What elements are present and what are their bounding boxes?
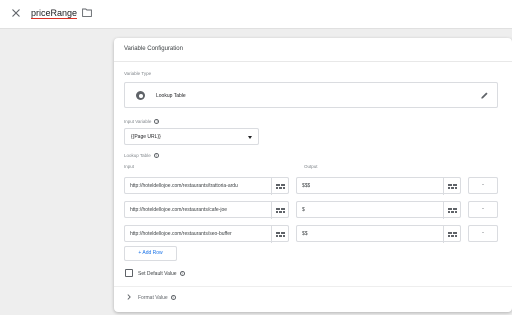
set-default-label: Set Default Value? — [138, 271, 185, 277]
card-header: Variable Configuration — [114, 38, 512, 62]
input-variable-select[interactable]: {{Page URL}} — [124, 128, 259, 145]
row-output-field[interactable]: $$$ — [296, 177, 461, 195]
remove-row-button[interactable]: - — [468, 177, 498, 194]
variable-picker-icon[interactable] — [271, 178, 288, 195]
variable-picker-icon[interactable] — [443, 178, 460, 195]
pencil-icon[interactable] — [480, 91, 489, 100]
table-row: http://hoteldellojoe.com/restaurants/caf… — [124, 201, 500, 219]
help-icon[interactable]: ? — [170, 295, 176, 301]
output-column-header: Output — [304, 164, 318, 169]
help-icon[interactable]: ? — [154, 119, 160, 125]
lookup-table-label: Lookup Table? — [124, 153, 159, 159]
divider — [114, 286, 512, 287]
chevron-down-icon — [248, 136, 252, 139]
input-variable-value: {{Page URL}} — [131, 134, 161, 140]
variable-type-selector[interactable]: Lookup Table — [124, 82, 498, 108]
format-value-toggle[interactable]: Format Value? — [138, 295, 176, 301]
row-output-field[interactable]: $ — [296, 201, 461, 219]
variable-configuration-card: Variable Configuration Variable Type Loo… — [114, 38, 512, 312]
input-variable-label: Input Variable? — [124, 119, 160, 125]
variable-picker-icon[interactable] — [443, 226, 460, 243]
folder-icon[interactable] — [82, 8, 92, 17]
card-title: Variable Configuration — [124, 46, 183, 52]
input-column-header: Input — [124, 164, 135, 169]
row-input-field[interactable]: http://hoteldellojoe.com/restaurants/caf… — [124, 201, 289, 219]
top-bar: priceRange — [0, 0, 512, 29]
variable-picker-icon[interactable] — [443, 202, 460, 219]
set-default-checkbox[interactable] — [125, 269, 133, 277]
remove-row-button[interactable]: - — [468, 225, 498, 242]
row-input-field[interactable]: http://hoteldellojoe.com/restaurants/tra… — [124, 177, 289, 195]
variable-type-label: Variable Type — [124, 71, 152, 76]
variable-type-name: Lookup Table — [156, 93, 186, 99]
remove-row-button[interactable]: - — [468, 201, 498, 218]
table-row: http://hoteldellojoe.com/restaurants/seo… — [124, 225, 500, 243]
table-row: http://hoteldellojoe.com/restaurants/tra… — [124, 177, 500, 195]
close-icon[interactable] — [10, 7, 22, 19]
variable-picker-icon[interactable] — [271, 226, 288, 243]
row-input-field[interactable]: http://hoteldellojoe.com/restaurants/seo… — [124, 225, 289, 243]
lookup-table-icon — [136, 91, 145, 100]
add-row-button[interactable]: + Add Row — [124, 246, 177, 261]
help-icon[interactable]: ? — [153, 153, 159, 159]
chevron-right-icon[interactable] — [127, 294, 131, 300]
row-output-field[interactable]: $$ — [296, 225, 461, 243]
variable-picker-icon[interactable] — [271, 202, 288, 219]
variable-name-title[interactable]: priceRange — [31, 8, 78, 19]
help-icon[interactable]: ? — [179, 271, 185, 277]
